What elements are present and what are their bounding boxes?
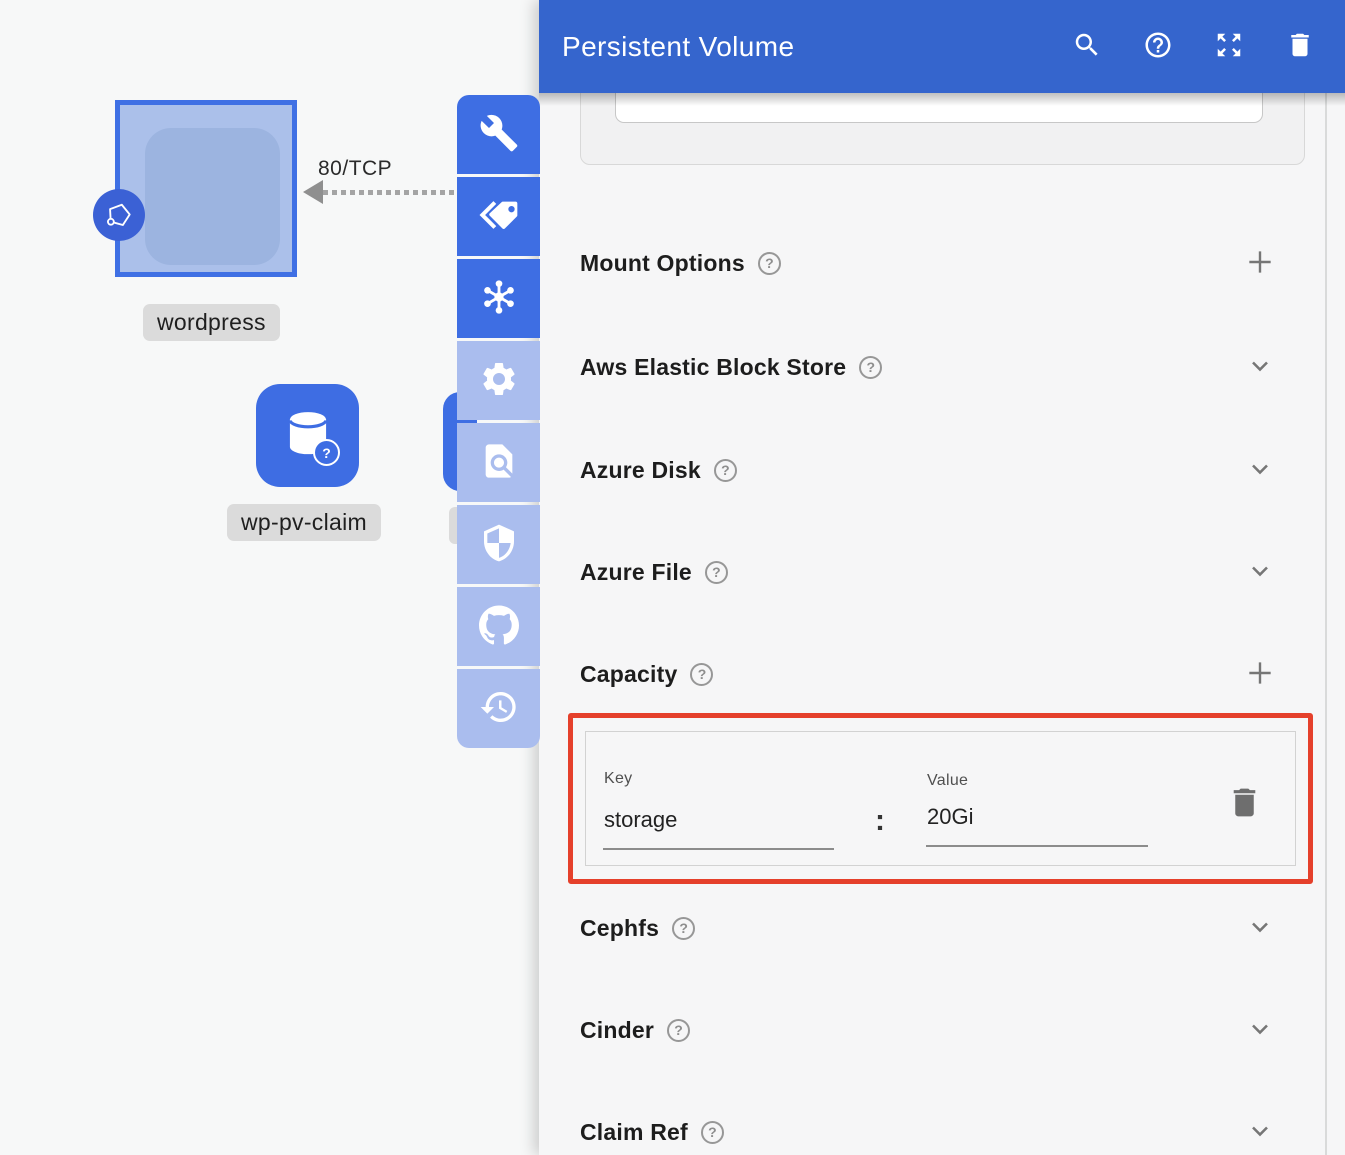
section-label: Mount Options <box>580 250 745 277</box>
chevron-down-icon <box>1246 913 1274 944</box>
help-icon[interactable]: ? <box>667 1019 690 1042</box>
edge-port-label: 80/TCP <box>318 157 392 181</box>
help-icon[interactable]: ? <box>701 1121 724 1144</box>
chevron-down-icon <box>1246 1117 1274 1148</box>
panel-title: Persistent Volume <box>562 31 794 63</box>
security-button[interactable] <box>457 505 540 584</box>
trash-icon <box>1285 30 1315 63</box>
expand-claim-ref-button[interactable] <box>1243 1115 1277 1149</box>
expand-cinder-button[interactable] <box>1243 1013 1277 1047</box>
shield-icon <box>479 523 519 566</box>
section-label: Azure Disk <box>580 457 701 484</box>
trash-icon <box>1226 784 1263 824</box>
section-azure-disk: Azure Disk ? <box>580 446 1313 494</box>
network-button[interactable] <box>457 259 540 338</box>
help-button[interactable] <box>1143 32 1173 62</box>
section-azure-file: Azure File ? <box>580 548 1313 596</box>
settings-button[interactable] <box>457 341 540 420</box>
expand-cephfs-button[interactable] <box>1243 911 1277 945</box>
plus-icon <box>1244 657 1276 692</box>
chevron-down-icon <box>1246 352 1274 383</box>
tag-icon <box>479 195 519 238</box>
chevron-down-icon <box>1246 557 1274 588</box>
section-label: Aws Elastic Block Store <box>580 354 846 381</box>
key-label: Key <box>604 770 632 788</box>
expand-azure-file-button[interactable] <box>1243 555 1277 589</box>
help-icon[interactable]: ? <box>758 252 781 275</box>
key-value-separator: : <box>875 804 885 838</box>
section-capacity: Capacity ? <box>580 650 1313 698</box>
capacity-value-input[interactable] <box>926 803 1148 847</box>
node-wp-pv-claim-label: wp-pv-claim <box>227 504 381 541</box>
wrench-icon <box>479 113 519 156</box>
section-label: Claim Ref <box>580 1119 688 1146</box>
help-icon[interactable]: ? <box>714 459 737 482</box>
history-button[interactable] <box>457 669 540 748</box>
section-label: Cephfs <box>580 915 659 942</box>
plus-icon <box>1244 246 1276 281</box>
pod-pentagon-icon <box>93 189 145 241</box>
node-wordpress-inner-shape <box>145 128 280 265</box>
expand-azure-disk-button[interactable] <box>1243 453 1277 487</box>
help-circle-icon <box>1143 30 1173 63</box>
help-icon[interactable]: ? <box>690 663 713 686</box>
add-capacity-button[interactable] <box>1243 657 1277 691</box>
tools-button[interactable] <box>457 95 540 174</box>
section-label: Capacity <box>580 661 677 688</box>
value-label: Value <box>927 772 968 790</box>
search-icon <box>1072 30 1102 63</box>
capacity-highlight-box: Key : Value <box>568 713 1313 884</box>
help-icon[interactable]: ? <box>705 561 728 584</box>
help-icon[interactable]: ? <box>672 917 695 940</box>
section-label: Cinder <box>580 1017 654 1044</box>
panel-scrollbar-track[interactable] <box>1325 93 1327 1155</box>
gear-icon <box>479 359 519 402</box>
section-cephfs: Cephfs ? <box>580 904 1313 952</box>
find-in-page-icon <box>479 441 519 484</box>
expand-aws-ebs-button[interactable] <box>1243 350 1277 384</box>
canvas-toolbar <box>457 95 540 748</box>
panel-header: Persistent Volume <box>539 0 1345 93</box>
capacity-key-input[interactable] <box>603 806 834 850</box>
add-mount-option-button[interactable] <box>1243 246 1277 280</box>
node-wordpress[interactable] <box>115 100 297 277</box>
section-label: Azure File <box>580 559 692 586</box>
labels-button[interactable] <box>457 177 540 256</box>
expand-arrows-icon <box>1214 30 1244 63</box>
section-claim-ref: Claim Ref ? <box>580 1108 1313 1155</box>
node-wp-pv-claim[interactable]: ? <box>256 384 359 487</box>
history-icon <box>479 687 519 730</box>
panel-header-actions <box>1072 0 1315 93</box>
github-icon <box>479 605 519 648</box>
section-mount-options: Mount Options ? <box>580 239 1313 287</box>
unknown-status-badge: ? <box>313 439 340 466</box>
inspect-button[interactable] <box>457 423 540 502</box>
github-button[interactable] <box>457 587 540 666</box>
section-aws-ebs: Aws Elastic Block Store ? <box>580 343 1313 391</box>
help-icon[interactable]: ? <box>859 356 882 379</box>
persistent-volume-panel: ReadWriteOnce Mount Options ? Aws Elasti… <box>539 0 1345 1155</box>
hub-icon <box>479 277 519 320</box>
kubernetes-resource-designer: 80/TCP wordpress ? wp-pv-claim <box>0 0 1345 1155</box>
section-cinder: Cinder ? <box>580 1006 1313 1054</box>
edge-dotted-line <box>323 190 456 195</box>
delete-capacity-entry-button[interactable] <box>1224 784 1264 824</box>
chevron-down-icon <box>1246 455 1274 486</box>
capacity-key-value-card: Key : Value <box>585 731 1296 866</box>
chevron-down-icon <box>1246 1015 1274 1046</box>
delete-resource-button[interactable] <box>1285 32 1315 62</box>
fit-to-screen-button[interactable] <box>1214 32 1244 62</box>
search-button[interactable] <box>1072 32 1102 62</box>
node-wordpress-label: wordpress <box>143 304 280 341</box>
edge-arrowhead-icon <box>303 180 323 204</box>
